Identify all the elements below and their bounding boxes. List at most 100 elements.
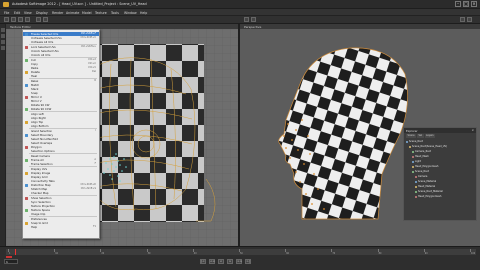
app-icon <box>3 2 9 7</box>
step-forward-button[interactable]: >> <box>236 259 242 264</box>
menu-item-shortcut: F1 <box>93 225 96 229</box>
menu-bar: File Edit View Display Render Animate Mo… <box>0 9 480 16</box>
settings-icon[interactable] <box>460 17 465 22</box>
timeline: 1 10 20 30 40 50 60 70 80 90 100 1 |< << < > >> >| <box>0 246 480 270</box>
scene-tree-item[interactable]: Scene_Root <box>404 170 476 174</box>
scene-tree-label: Camera_Root <box>415 150 431 154</box>
menu-tools[interactable]: Tools <box>111 11 119 15</box>
minimize-button[interactable]: – <box>455 1 461 7</box>
tab-scene[interactable]: Scene <box>406 134 417 138</box>
scene-explorer-title: Explorer <box>406 128 418 133</box>
node-icon <box>415 186 417 189</box>
menu-item-shortcut: Del <box>92 70 96 74</box>
timeline-tick-label: 100 <box>471 252 476 255</box>
timeline-tick-label: 20 <box>101 252 105 255</box>
menu-help[interactable]: Help <box>140 11 147 15</box>
uv-editor-title: Texture Editor <box>10 24 31 29</box>
scene-tree-label: Head_Mesh <box>415 155 429 159</box>
node-icon <box>412 166 414 169</box>
scene-tree-item[interactable]: Scene_Material <box>404 180 476 184</box>
menu-item-shortcut: Ctrl+Shift+D <box>80 183 96 187</box>
node-icon <box>409 146 411 149</box>
menu-display[interactable]: Display <box>36 11 48 15</box>
texture-editor-context-menu: Freeze Selected UVs Ctrl+Shift+F Unfreeze … <box>22 29 100 239</box>
menu-item-shortcut: I <box>95 129 96 133</box>
go-to-start-button[interactable]: |< <box>200 259 206 264</box>
strip-icon[interactable] <box>1 34 5 38</box>
scene-tree-item[interactable]: Camera <box>404 175 476 179</box>
menu-edit[interactable]: Edit <box>14 11 20 15</box>
menu-item-shortcut: Ctrl+Shift+S <box>80 187 96 191</box>
timeline-tick-label: 40 <box>193 252 197 255</box>
viewport-display-icon[interactable] <box>251 17 256 22</box>
node-icon <box>412 151 414 154</box>
scene-tree-item[interactable]: Scene_Root <box>404 140 476 144</box>
scene-tree-item[interactable]: Camera_Root <box>404 150 476 154</box>
menu-item-shortcut: Ctrl+Shift+L <box>80 45 96 49</box>
menu-animate[interactable]: Animate <box>66 11 79 15</box>
go-to-end-button[interactable]: >| <box>245 259 251 264</box>
toolbar <box>0 16 480 24</box>
menu-item-shortcut: A <box>94 158 96 162</box>
scene-tree-item[interactable]: Head_Polygonmesh <box>404 195 476 199</box>
menu-render[interactable]: Render <box>52 11 63 15</box>
scene-tree-label: Head_Polygonmesh <box>418 195 442 199</box>
uv-tool-icon[interactable] <box>36 17 41 22</box>
scene-tree-label: Head_Material <box>418 185 436 189</box>
viewport-camera-icon[interactable] <box>244 17 249 22</box>
step-back-button[interactable]: << <box>209 259 215 264</box>
window-title: Autodesk Softimage 2012 - [ Head_UV.scn … <box>12 2 147 6</box>
strip-icon[interactable] <box>1 28 5 32</box>
timeline-tick-label: 1 <box>9 252 11 255</box>
context-menu-item[interactable]: Help F1 <box>23 225 99 229</box>
node-icon <box>415 181 417 184</box>
play-backward-button[interactable]: < <box>218 259 224 264</box>
scale-tool-icon[interactable] <box>25 17 30 22</box>
node-icon <box>412 171 414 174</box>
tab-sel[interactable]: Sel <box>417 134 424 138</box>
select-tool-icon[interactable] <box>4 17 9 22</box>
node-icon <box>415 191 417 194</box>
relax-tool-icon[interactable] <box>43 17 48 22</box>
scene-tree-label: Head_Polygonmesh <box>415 165 439 169</box>
timeline-tick-label: 70 <box>332 252 336 255</box>
maximize-button[interactable]: □ <box>463 1 469 7</box>
layout-icon[interactable] <box>467 17 472 22</box>
scene-tree-item[interactable]: Head_Mesh <box>404 155 476 159</box>
playhead[interactable] <box>15 249 16 255</box>
menu-item-shortcut: Ctrl+C <box>88 62 96 66</box>
close-button[interactable]: × <box>471 1 477 7</box>
menu-model[interactable]: Model <box>82 11 92 15</box>
timeline-tick-label: 80 <box>378 252 382 255</box>
scene-tree-item[interactable]: Head_Material <box>404 185 476 189</box>
menu-item-shortcut: R <box>94 79 96 83</box>
scene-tree-item[interactable]: Scene_Root(Scene_Head_UV) <box>404 145 476 149</box>
menu-view[interactable]: View <box>24 11 32 15</box>
strip-icon[interactable] <box>1 40 5 44</box>
menu-texture[interactable]: Texture <box>95 11 107 15</box>
scene-tree-label: Scene_Root(Scene_Head_UV) <box>412 145 448 149</box>
menu-item-shortcut: Ctrl+Shift+F <box>80 32 96 36</box>
scene-tree-label: Scene_Material <box>418 180 437 184</box>
time-range-marker <box>6 256 12 258</box>
timeline-track[interactable]: 1 10 20 30 40 50 60 70 80 90 100 <box>6 249 476 255</box>
timeline-tick-label: 50 <box>240 252 243 255</box>
move-tool-icon[interactable] <box>11 17 16 22</box>
scene-tree-item[interactable]: Scene_Root_Material <box>404 190 476 194</box>
rotate-tool-icon[interactable] <box>18 17 23 22</box>
current-frame-field[interactable]: 1 <box>4 259 18 264</box>
menu-file[interactable]: File <box>4 11 9 15</box>
tab-layers[interactable]: Layers <box>424 134 436 138</box>
scene-tree-item[interactable]: Light <box>404 160 476 164</box>
menu-window[interactable]: Window <box>124 11 137 15</box>
play-forward-button[interactable]: > <box>227 259 233 264</box>
node-icon <box>415 176 417 179</box>
timeline-tick-label: 30 <box>147 252 151 255</box>
scene-tree-item[interactable]: Head_Polygonmesh <box>404 165 476 169</box>
playback-controls: |< << < > >> >| <box>200 259 251 264</box>
scene-tree-label: Scene_Root_Material <box>418 190 443 194</box>
menu-item-shortcut: F <box>94 162 96 166</box>
strip-icon[interactable] <box>1 46 5 50</box>
close-icon[interactable]: × <box>471 128 474 132</box>
node-icon <box>412 156 414 159</box>
